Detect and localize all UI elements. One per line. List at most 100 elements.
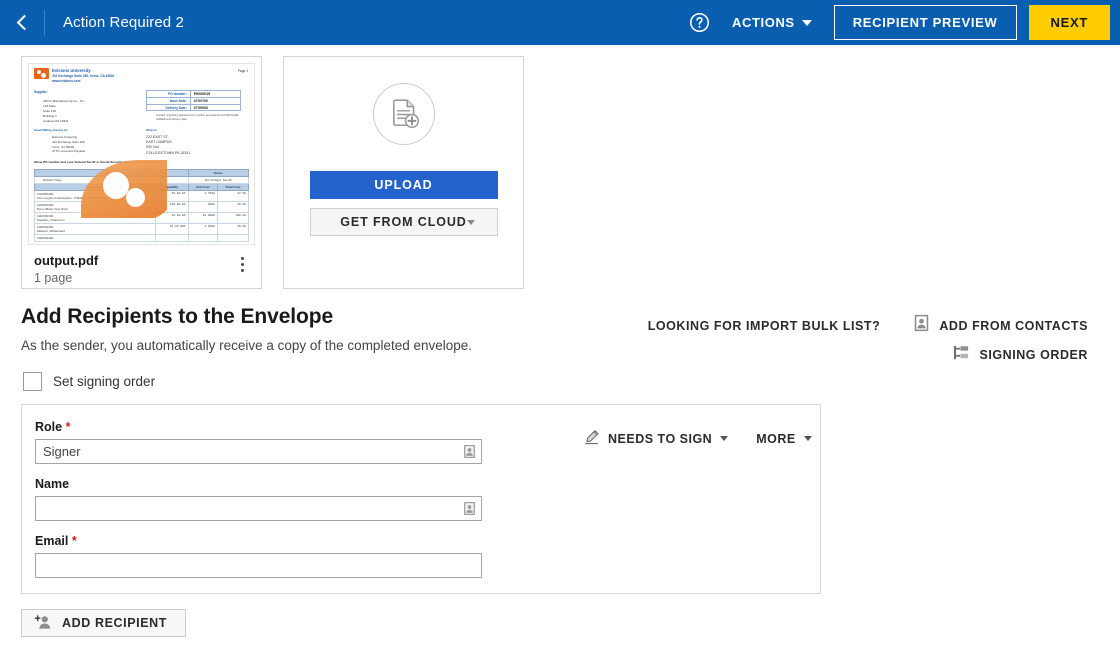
pdf-bill-label: Send Billing Invoice to: bbox=[34, 128, 146, 133]
pdf-cell-qty: 10.00 BOX bbox=[156, 223, 188, 234]
page-title: Action Required 2 bbox=[63, 14, 184, 31]
pdf-po-row: Issue Date: 07/07/03 bbox=[147, 98, 240, 105]
import-bulk-list-text[interactable]: LOOKING FOR IMPORT BULK LIST? bbox=[648, 319, 881, 333]
pdf-item-desc: Markers, Whiteboard bbox=[37, 229, 65, 233]
pdf-buyer-header: Buyer bbox=[35, 169, 189, 176]
topbar-divider bbox=[44, 10, 45, 36]
top-app-bar: Action Required 2 ACTIONS RECIPIENT PREV… bbox=[0, 0, 1120, 45]
caret-down-icon bbox=[720, 436, 728, 441]
role-field-wrap bbox=[35, 439, 482, 464]
pdf-table-row: 1110000100 Test Length of Description - … bbox=[35, 190, 249, 201]
right-links-row-one: LOOKING FOR IMPORT BULK LIST? ADD FROM C… bbox=[648, 315, 1088, 336]
role-input[interactable] bbox=[35, 439, 482, 464]
pdf-po-key: Issue Date: bbox=[147, 99, 190, 103]
pdf-page-label: Page 1 bbox=[238, 69, 248, 73]
actions-menu-label: ACTIONS bbox=[732, 15, 795, 30]
pen-icon bbox=[584, 429, 600, 448]
pdf-col-unit-cost: Unit Cost bbox=[188, 183, 217, 190]
caret-down-icon bbox=[804, 436, 812, 441]
recipients-right-links: LOOKING FOR IMPORT BULK LIST? ADD FROM C… bbox=[648, 315, 1088, 373]
pdf-bill-block: Send Billing Invoice to: Evisions Univer… bbox=[34, 128, 146, 156]
pdf-cell-unit: .9000 bbox=[188, 201, 217, 212]
document-thumbnail[interactable]: Page 1 Evisions University 410 Exchange … bbox=[28, 63, 255, 245]
pdf-po-value: 07/09/03 bbox=[190, 105, 240, 111]
get-from-cloud-button[interactable]: GET FROM CLOUD bbox=[310, 208, 498, 236]
chevron-left-icon bbox=[16, 15, 32, 31]
pdf-org-block: Evisions University 410 Exchange Suite 2… bbox=[52, 68, 114, 83]
help-circle-icon[interactable] bbox=[688, 12, 710, 34]
recipient-action-controls: NEEDS TO SIGN MORE bbox=[584, 429, 812, 448]
hierarchy-icon bbox=[953, 344, 970, 366]
pdf-ship-line: COLLEGETOWN PA 15341 bbox=[146, 151, 190, 156]
pdf-buyer-value: Richard Tracy bbox=[35, 176, 189, 183]
role-label-text: Role bbox=[35, 420, 62, 434]
pdf-cell-total: 30.00 bbox=[217, 223, 248, 234]
pdf-supplier-label: Supplier: bbox=[34, 90, 146, 95]
role-required-marker: * bbox=[66, 420, 71, 434]
pdf-line-items-table: Buyer Terms Richard Tracy 2% 10 Days, Ne… bbox=[34, 169, 249, 242]
add-recipient-label: ADD RECIPIENT bbox=[62, 616, 167, 630]
set-signing-order-checkbox[interactable] bbox=[23, 372, 42, 391]
pdf-po-key: PO Number: bbox=[147, 92, 190, 96]
documents-row: Page 1 Evisions University 410 Exchange … bbox=[0, 45, 1120, 289]
kebab-menu-icon[interactable] bbox=[233, 253, 251, 275]
email-input[interactable] bbox=[35, 553, 482, 578]
pdf-bill-line: ATTN: Accounts Payable bbox=[52, 149, 146, 154]
pdf-cell-desc: 1110000100 bbox=[35, 234, 156, 241]
pdf-cell-unit bbox=[188, 234, 217, 241]
pdf-terms-header: Terms bbox=[188, 169, 248, 176]
pdf-warning-text: Show PO number and your Federal Tax ID o… bbox=[34, 160, 249, 165]
pdf-ship-label: Ship to: bbox=[146, 128, 190, 133]
document-file-name: output.pdf bbox=[34, 253, 233, 268]
name-label-text: Name bbox=[35, 477, 69, 491]
contact-card-icon bbox=[913, 314, 930, 337]
pdf-table-row: 1110000100 Supplies, Classroom 10.00 EA … bbox=[35, 212, 249, 223]
pdf-preview: Page 1 Evisions University 410 Exchange … bbox=[29, 64, 254, 244]
add-recipient-button[interactable]: ADD RECIPIENT bbox=[21, 609, 186, 637]
pdf-supplier-line: Andover PA 19341 bbox=[43, 119, 146, 124]
pdf-supplier-block: Supplier: ARCO Manufacturing Co., Inc. 1… bbox=[34, 90, 146, 124]
pdf-cell-desc: 1110000100 Test Length of Description - … bbox=[35, 190, 156, 201]
contact-card-icon[interactable] bbox=[462, 443, 477, 460]
recipients-header: Add Recipients to the Envelope As the se… bbox=[0, 289, 1120, 353]
actions-menu[interactable]: ACTIONS bbox=[732, 15, 812, 30]
pdf-cell-desc: 1110000100 Pens, Black, Fine Point bbox=[35, 201, 156, 212]
caret-down-icon bbox=[467, 220, 475, 225]
pdf-cell-total bbox=[217, 234, 248, 241]
back-button[interactable] bbox=[0, 0, 44, 45]
pdf-table-row: 1110000100 bbox=[35, 234, 249, 241]
pdf-po-value: P0000015 bbox=[190, 91, 240, 97]
signing-order-link[interactable]: SIGNING ORDER bbox=[979, 348, 1088, 362]
email-field-wrap bbox=[35, 553, 482, 578]
pdf-item-code: 1110000100 bbox=[37, 236, 53, 240]
needs-to-sign-dropdown[interactable]: NEEDS TO SIGN bbox=[584, 429, 728, 448]
pdf-letterhead: Evisions University 410 Exchange Suite 2… bbox=[34, 68, 249, 83]
pdf-po-row: PO Number: P0000015 bbox=[147, 91, 240, 98]
pdf-cell-qty: 10.00 EA bbox=[156, 212, 188, 223]
contact-card-icon[interactable] bbox=[462, 500, 477, 517]
pdf-po-side: PO Number: P0000015 Issue Date: 07/07/03… bbox=[146, 90, 241, 124]
needs-to-sign-label: NEEDS TO SIGN bbox=[608, 432, 712, 446]
pdf-table-header-row: Buyer Terms bbox=[35, 169, 249, 176]
upload-button[interactable]: UPLOAD bbox=[310, 171, 498, 199]
recipient-preview-button[interactable]: RECIPIENT PREVIEW bbox=[834, 5, 1017, 40]
pdf-item-desc: Pens, Black, Fine Point bbox=[37, 207, 68, 211]
pdf-cell-unit: 1.7500 bbox=[188, 190, 217, 201]
document-card[interactable]: Page 1 Evisions University 410 Exchange … bbox=[21, 56, 262, 289]
email-label-text: Email bbox=[35, 534, 68, 548]
pdf-cell-qty bbox=[156, 234, 188, 241]
pdf-ship-lines: 222 EAST ST EAST CAMPUS RM 2nd COLLEGETO… bbox=[146, 135, 190, 156]
caret-down-icon bbox=[802, 20, 812, 26]
pdf-terms-value: 2% 10 Days, Net 30 bbox=[188, 176, 248, 183]
add-from-contacts-link[interactable]: ADD FROM CONTACTS bbox=[939, 319, 1088, 333]
pdf-cell-total: 90.00 bbox=[217, 201, 248, 212]
pdf-cell-unit: 10.0000 bbox=[188, 212, 217, 223]
name-field-label: Name bbox=[35, 477, 802, 491]
add-document-icon bbox=[373, 83, 435, 145]
pdf-table-header-row: Description Quantity Unit Cost Total Cos… bbox=[35, 183, 249, 190]
set-signing-order-label: Set signing order bbox=[53, 374, 155, 389]
name-input[interactable] bbox=[35, 496, 482, 521]
more-dropdown[interactable]: MORE bbox=[756, 432, 812, 446]
next-button[interactable]: NEXT bbox=[1029, 5, 1110, 40]
pdf-bill-lines: Evisions University 410 Exchange Suite 2… bbox=[34, 135, 146, 154]
